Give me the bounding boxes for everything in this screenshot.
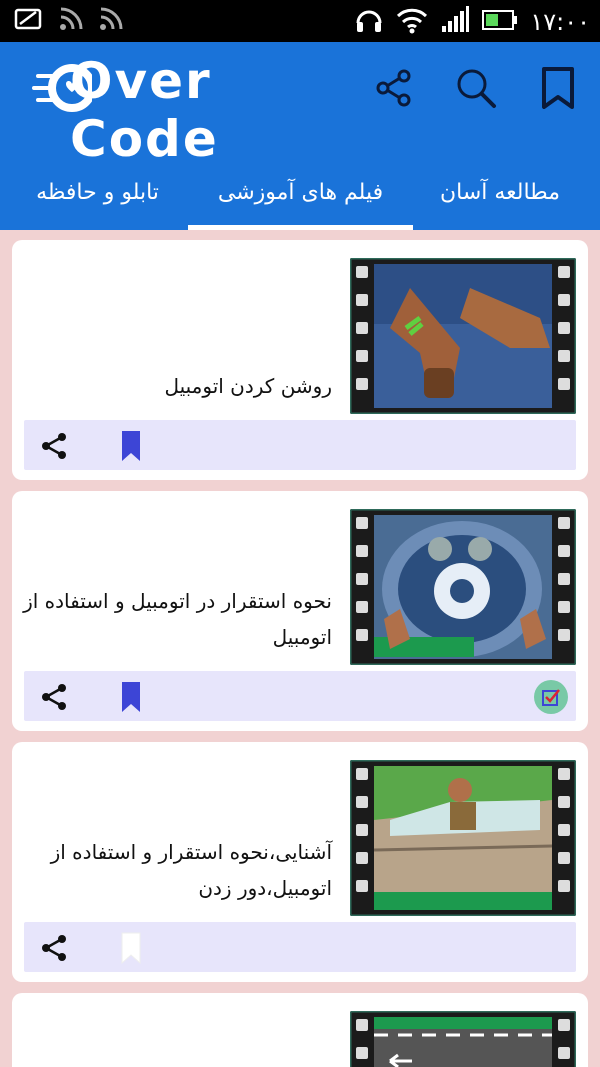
video-thumbnail[interactable] bbox=[350, 509, 576, 665]
video-card[interactable]: روشن کردن اتومبیل bbox=[12, 240, 588, 480]
video-title: روشن کردن اتومبیل bbox=[164, 374, 332, 398]
share-icon[interactable] bbox=[372, 66, 416, 110]
battery-icon bbox=[482, 8, 518, 36]
card-action-bar bbox=[24, 420, 576, 470]
status-bar: ۱۷:۰۰ bbox=[0, 0, 600, 42]
app-logo: Over Code bbox=[32, 52, 332, 168]
video-card[interactable]: آشنایی،نحوه استقرار و استفاده از اتومبیل… bbox=[12, 742, 588, 982]
video-thumbnail[interactable] bbox=[350, 1011, 576, 1067]
signal-icon bbox=[440, 6, 470, 38]
video-thumbnail[interactable] bbox=[350, 760, 576, 916]
app-bar: Over Code مطالعه آسان فیلم های آموزشی تا… bbox=[0, 42, 600, 230]
tab-signs-and-memory[interactable]: تابلو و حافظه bbox=[10, 154, 185, 230]
card-action-bar bbox=[24, 922, 576, 972]
tab-bar: مطالعه آسان فیلم های آموزشی تابلو و حافظ… bbox=[0, 154, 600, 230]
app-bar-actions bbox=[372, 66, 580, 110]
search-icon[interactable] bbox=[454, 66, 498, 110]
tab-educational-videos[interactable]: فیلم های آموزشی bbox=[188, 154, 413, 230]
rss-icon bbox=[58, 6, 84, 36]
video-card[interactable] bbox=[12, 993, 588, 1067]
video-thumbnail[interactable] bbox=[350, 258, 576, 414]
bookmark-icon[interactable] bbox=[536, 66, 580, 110]
notification-icons bbox=[14, 6, 124, 36]
logo-text: Over Code bbox=[70, 52, 219, 168]
rss-icon bbox=[98, 6, 124, 36]
notification-icon bbox=[14, 6, 44, 36]
clock: ۱۷:۰۰ bbox=[530, 8, 590, 36]
tab-indicator bbox=[188, 225, 413, 230]
share-icon[interactable] bbox=[40, 432, 68, 460]
tab-easy-study[interactable]: مطالعه آسان bbox=[415, 154, 585, 230]
system-icons: ۱۷:۰۰ bbox=[354, 5, 590, 39]
share-icon[interactable] bbox=[40, 934, 68, 962]
wifi-icon bbox=[396, 6, 428, 38]
watched-check-icon bbox=[534, 680, 568, 714]
card-action-bar bbox=[24, 671, 576, 721]
video-card[interactable]: نحوه استقرار در اتومبیل و استفاده از اتو… bbox=[12, 491, 588, 731]
share-icon[interactable] bbox=[40, 683, 68, 711]
bookmark-icon[interactable] bbox=[120, 430, 142, 462]
bookmark-outline-icon[interactable] bbox=[120, 932, 142, 965]
video-title: آشنایی،نحوه استقرار و استفاده از اتومبیل… bbox=[50, 840, 332, 900]
bookmark-icon[interactable] bbox=[120, 681, 142, 713]
headset-icon bbox=[354, 5, 384, 39]
video-title: نحوه استقرار در اتومبیل و استفاده از اتو… bbox=[23, 589, 332, 649]
